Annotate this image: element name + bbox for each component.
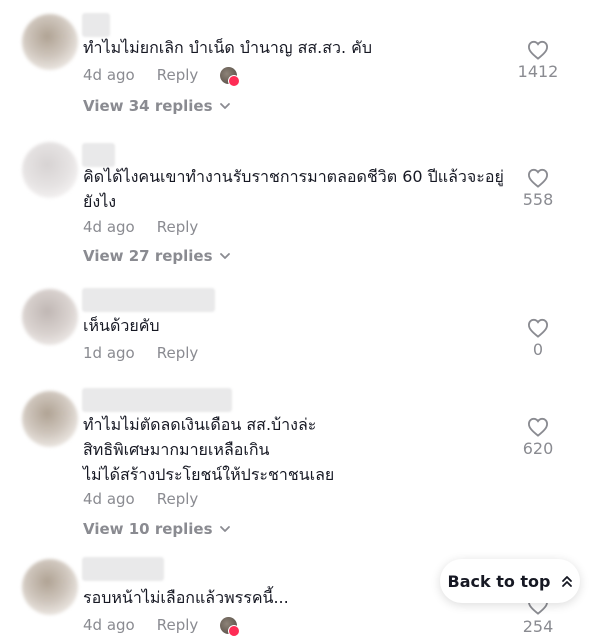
comment-meta: 4d ago Reply [83,66,241,87]
username-redacted[interactable] [82,557,164,581]
comment-meta: 1d ago Reply [83,344,198,362]
comment-time: 4d ago [83,490,135,508]
like-button[interactable]: 1412 [508,40,568,81]
comment-time: 4d ago [83,616,135,634]
reply-button[interactable]: Reply [157,616,199,634]
view-replies-button[interactable]: View 27 replies [83,247,231,265]
avatar[interactable] [22,559,78,615]
like-count: 558 [522,190,554,209]
heart-badge-icon [228,74,241,87]
heart-outline-icon [527,168,549,188]
avatar[interactable] [22,391,78,447]
avatar[interactable] [22,14,78,70]
reply-button[interactable]: Reply [157,66,199,84]
chevron-down-icon [219,103,230,109]
avatar[interactable] [22,289,78,345]
comment-time: 4d ago [83,218,135,236]
view-replies-label: View 27 replies [83,247,213,265]
reply-button[interactable]: Reply [157,490,199,508]
chevron-down-icon [219,253,230,259]
comment-time: 1d ago [83,344,135,362]
comment-text: ทำไมไม่ตัดลดเงินเดือน สส.บ้างล่ะ สิทธิพิ… [83,412,508,487]
comment-text-line: ทำไมไม่ตัดลดเงินเดือน สส.บ้างล่ะ [83,415,317,434]
like-button[interactable]: 0 [508,318,568,359]
back-to-top-label: Back to top [447,571,551,591]
comment-meta: 4d ago Reply [83,218,198,236]
like-count: 620 [522,439,554,458]
comment-meta: 4d ago Reply [83,490,198,508]
liked-by-creator-badge [220,66,241,87]
comment-text-line: ไม่ได้สร้างประโยชน์ให้ประชาชนเลย [83,465,335,484]
reply-button[interactable]: Reply [157,218,199,236]
username-redacted[interactable] [82,388,232,412]
comment-text: คิดได้ไงคนเขาทำงานรับราชการมาตลอดชีวิต 6… [83,167,504,211]
view-replies-label: View 34 replies [83,97,213,115]
username-redacted[interactable] [82,288,215,312]
comment-text: ทำไมไม่ยกเลิก บำเน็ด บำนาญ สส.สว. คับ [83,38,373,57]
comment-meta: 4d ago Reply [83,616,241,637]
reply-button[interactable]: Reply [157,344,199,362]
heart-badge-icon [228,624,241,637]
like-count: 254 [522,617,554,636]
view-replies-label: View 10 replies [83,520,213,538]
liked-by-creator-badge [220,616,241,637]
like-button[interactable]: 620 [508,417,568,458]
view-replies-button[interactable]: View 10 replies [83,520,231,538]
chevron-down-icon [219,526,230,532]
double-chevron-up-icon [561,576,572,587]
heart-outline-icon [527,40,549,60]
like-count: 0 [532,340,544,359]
avatar[interactable] [22,142,78,198]
back-to-top-button[interactable]: Back to top [440,559,580,603]
like-button[interactable]: 558 [508,168,568,209]
username-redacted[interactable] [82,13,110,37]
comment-text-line: สิทธิพิเศษมากมายเหลือเกิน [83,440,270,459]
view-replies-button[interactable]: View 34 replies [83,97,231,115]
comment-text: เห็นด้วยคับ [83,316,160,335]
like-count: 1412 [517,62,559,81]
heart-outline-icon [527,417,549,437]
heart-outline-icon [527,318,549,338]
comment-time: 4d ago [83,66,135,84]
